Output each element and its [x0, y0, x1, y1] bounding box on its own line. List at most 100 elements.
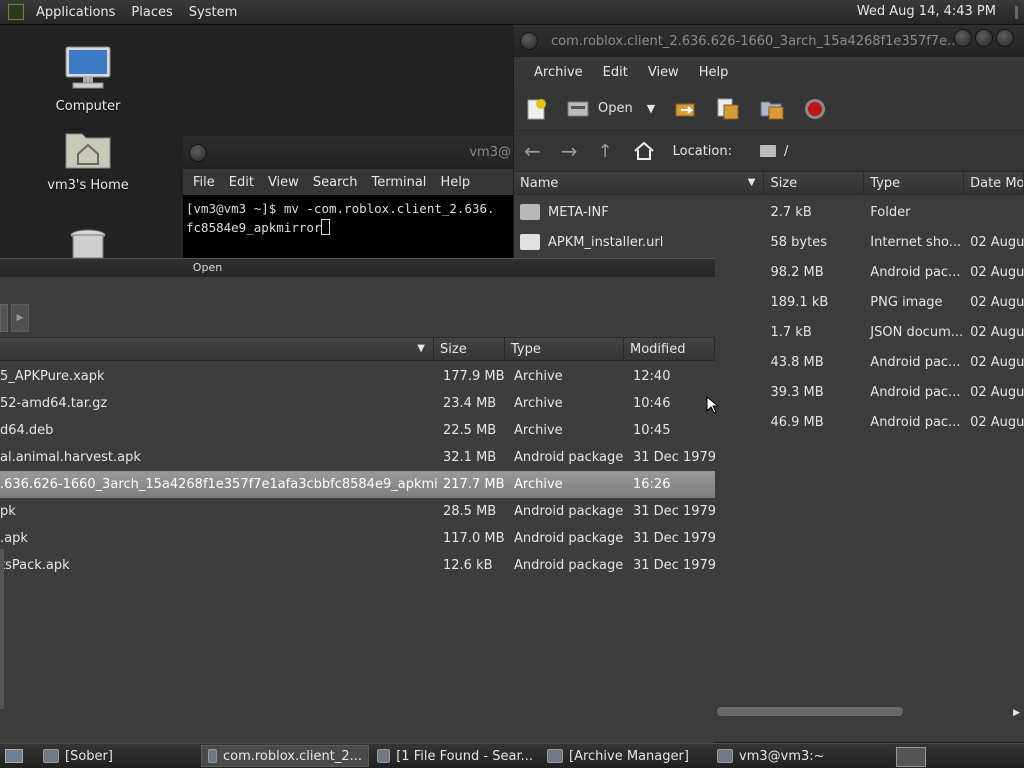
taskbar-item[interactable]: [Archive Manager]: [541, 745, 709, 767]
file-cell-type: Archive: [514, 423, 563, 438]
folder-icon: [520, 204, 540, 220]
archive-cell-name: APKM_installer.url: [514, 234, 764, 250]
back-icon[interactable]: ←: [524, 139, 541, 163]
archive-titlebar[interactable]: com.roblox.client_2.636.626-1660_3arch_1…: [514, 25, 1024, 57]
file-row[interactable]: .636.626-1660_3arch_15a4268f1e357f7e1afa…: [0, 471, 715, 498]
forward-icon[interactable]: →: [561, 139, 578, 163]
file-cell-modified: 31 Dec 1979: [633, 531, 715, 546]
terminal-titlebar[interactable]: vm3@: [183, 136, 513, 169]
clock[interactable]: Wed Aug 14, 4:43 PM: [857, 4, 996, 19]
column-type[interactable]: Type: [864, 172, 965, 194]
file-cell-type: Android package: [514, 531, 624, 546]
up-icon[interactable]: ↑: [598, 141, 613, 162]
window-menu-button[interactable]: [520, 32, 538, 50]
taskbar: [Sober] com.roblox.client_2... [1 File Fou…: [37, 745, 853, 767]
archive-row[interactable]: APKM_installer.url 58 bytes Internet sho..…: [514, 227, 1024, 257]
column-name[interactable]: Name ▼: [514, 172, 765, 194]
file-cell-name: d64.deb: [0, 423, 54, 438]
taskbar-item[interactable]: vm3@vm3:~: [711, 745, 851, 767]
app-menu-icon[interactable]: [8, 4, 24, 20]
window-icon: [208, 749, 217, 763]
file-cell-size: 28.5 MB: [443, 504, 497, 519]
maximize-button[interactable]: [975, 29, 993, 47]
panel-handle: [1015, 6, 1018, 19]
path-scroll-right-icon[interactable]: ▶: [11, 304, 29, 332]
column-size[interactable]: Size: [764, 172, 865, 194]
file-cell-name: 52-amd64.tar.gz: [0, 396, 108, 411]
menu-terminal[interactable]: Terminal: [364, 175, 433, 190]
file-cell-size: 117.0 MB: [443, 531, 505, 546]
menu-edit[interactable]: Edit: [222, 175, 261, 190]
column-modified[interactable]: Modified: [624, 338, 715, 360]
taskbar-item[interactable]: [1 File Found - Sear...: [371, 745, 539, 767]
path-button[interactable]: [0, 304, 8, 332]
location-label: Location:: [672, 143, 732, 159]
archive-cell-size: 98.2 MB: [770, 264, 824, 280]
menu-help[interactable]: Help: [689, 65, 739, 80]
terminal-output[interactable]: [vm3@vm3 ~]$ mv -com.roblox.client_2.636…: [183, 195, 513, 241]
file-cell-type: Archive: [514, 369, 563, 384]
taskbar-item[interactable]: [Sober]: [37, 745, 199, 767]
file-row[interactable]: .apk 117.0 MB Android package 31 Dec 1979: [0, 525, 715, 552]
location-value[interactable]: /: [784, 144, 788, 159]
sort-arrow-icon: ▼: [417, 343, 425, 354]
archive-cell-type: Android pac...: [870, 264, 961, 280]
open-button[interactable]: Open ▼: [566, 98, 655, 120]
desktop-icon-computer[interactable]: Computer: [33, 45, 143, 114]
file-cell-size: 22.5 MB: [443, 423, 497, 438]
archive-row[interactable]: META-INF 2.7 kB Folder: [514, 197, 1024, 227]
window-icon: [377, 749, 391, 763]
desktop-icon-home[interactable]: vm3's Home: [33, 128, 143, 193]
menu-search[interactable]: Search: [306, 175, 365, 190]
home-icon[interactable]: [633, 141, 655, 161]
file-cell-type: Archive: [514, 396, 563, 411]
column-name[interactable]: ▼: [0, 338, 434, 360]
window-icon: [547, 749, 563, 763]
archive-cell-date: 02 August: [970, 234, 1024, 250]
terminal-window: vm3@ File Edit View Search Terminal Help…: [183, 136, 513, 261]
menu-places[interactable]: Places: [123, 5, 180, 20]
open-dropdown-icon[interactable]: ▼: [647, 102, 655, 115]
taskbar-item-label: [Archive Manager]: [569, 748, 689, 764]
menu-view[interactable]: View: [261, 175, 306, 190]
show-desktop-icon[interactable]: [5, 749, 23, 763]
stop-button[interactable]: [803, 97, 827, 121]
column-type[interactable]: Type: [505, 338, 624, 360]
file-row[interactable]: al.animal.harvest.apk 32.1 MB Android pack…: [0, 444, 715, 471]
column-size[interactable]: Size: [434, 338, 505, 360]
menu-applications[interactable]: Applications: [28, 5, 123, 20]
file-row[interactable]: 5_APKPure.xapk 177.9 MB Archive 12:40: [0, 363, 715, 390]
horizontal-scrollbar[interactable]: [717, 707, 903, 716]
menu-system[interactable]: System: [181, 5, 245, 20]
open-button-label: Open: [598, 101, 633, 116]
file-row[interactable]: 52-amd64.tar.gz 23.4 MB Archive 10:46: [0, 390, 715, 417]
archive-menubar: Archive Edit View Help: [514, 57, 1024, 87]
menu-view[interactable]: View: [638, 65, 689, 80]
archive-cell-size: 39.3 MB: [770, 384, 824, 400]
window-menu-button[interactable]: [189, 143, 207, 162]
column-date[interactable]: Date Mod: [964, 172, 1024, 194]
file-row[interactable]: tsPack.apk 12.6 kB Android package 31 Dec 1…: [0, 552, 715, 579]
open-dialog: Open ▶ ▼ Size Type Modified 5_APKPure.xa…: [0, 258, 715, 744]
close-button[interactable]: [996, 29, 1014, 47]
workspace-switcher-icon[interactable]: [896, 747, 926, 767]
open-dialog-titlebar[interactable]: Open: [0, 259, 715, 277]
file-row[interactable]: d64.deb 22.5 MB Archive 10:45: [0, 417, 715, 444]
extract-button[interactable]: [673, 98, 697, 120]
file-cell-modified: 10:46: [633, 396, 671, 411]
menu-archive[interactable]: Archive: [524, 65, 593, 80]
minimize-button[interactable]: [954, 29, 972, 47]
desktop-icon-label: vm3's Home: [47, 178, 129, 193]
add-folder-button[interactable]: [759, 97, 785, 121]
menu-file[interactable]: File: [186, 175, 222, 190]
menu-edit[interactable]: Edit: [593, 65, 638, 80]
taskbar-item[interactable]: com.roblox.client_2...: [201, 745, 369, 767]
menu-help[interactable]: Help: [433, 175, 477, 190]
scroll-right-icon[interactable]: ▶: [1013, 708, 1020, 718]
desktop-icon-trash[interactable]: [33, 228, 143, 262]
archive-cell-size: 43.8 MB: [770, 354, 824, 370]
file-row[interactable]: pk 28.5 MB Android package 31 Dec 1979: [0, 498, 715, 525]
add-files-button[interactable]: [715, 97, 741, 121]
new-archive-button[interactable]: [524, 97, 548, 121]
top-panel: Applications Places System Wed Aug 14, 4…: [0, 0, 1024, 25]
